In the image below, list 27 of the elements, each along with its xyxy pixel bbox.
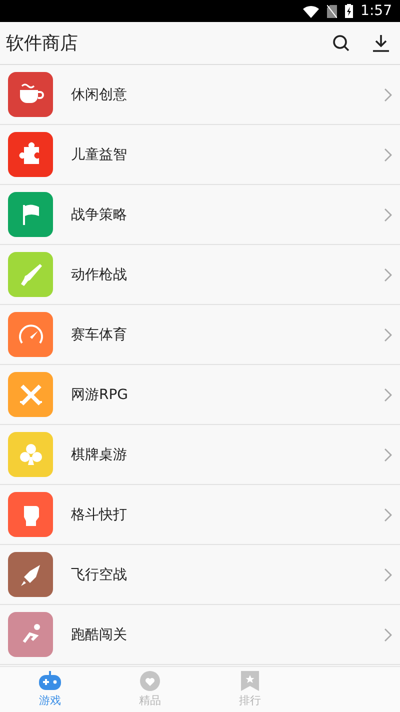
category-item[interactable]: 格斗快打 bbox=[0, 485, 400, 545]
chevron-right-icon bbox=[384, 88, 392, 102]
status-time: 1:57 bbox=[360, 3, 392, 19]
battery-charging-icon bbox=[344, 4, 353, 18]
chevron-right-icon bbox=[384, 268, 392, 282]
category-item[interactable]: 棋牌桌游 bbox=[0, 425, 400, 485]
chevron-right-icon bbox=[384, 208, 392, 222]
bookmark-star-icon bbox=[241, 671, 259, 691]
category-item[interactable]: 网游RPG bbox=[0, 365, 400, 425]
no-sim-icon bbox=[326, 4, 337, 18]
app-title: 软件商店 bbox=[6, 32, 79, 55]
category-item[interactable]: 儿童益智 bbox=[0, 125, 400, 185]
category-item[interactable]: 跑酷闯关 bbox=[0, 605, 400, 665]
category-item[interactable]: 飞行空战 bbox=[0, 545, 400, 605]
gamepad-icon bbox=[38, 671, 62, 691]
category-item[interactable]: 战争策略 bbox=[0, 185, 400, 245]
category-item[interactable]: 休闲创意 bbox=[0, 65, 400, 125]
chevron-right-icon bbox=[384, 628, 392, 642]
category-item[interactable]: 动作枪战 bbox=[0, 245, 400, 305]
chevron-right-icon bbox=[384, 328, 392, 342]
chevron-right-icon bbox=[384, 388, 392, 402]
chevron-right-icon bbox=[384, 148, 392, 162]
chevron-right-icon bbox=[384, 508, 392, 522]
wifi-icon bbox=[302, 4, 319, 18]
chevron-right-icon bbox=[384, 568, 392, 582]
category-item[interactable]: 赛车体育 bbox=[0, 305, 400, 365]
chevron-right-icon bbox=[384, 448, 392, 462]
